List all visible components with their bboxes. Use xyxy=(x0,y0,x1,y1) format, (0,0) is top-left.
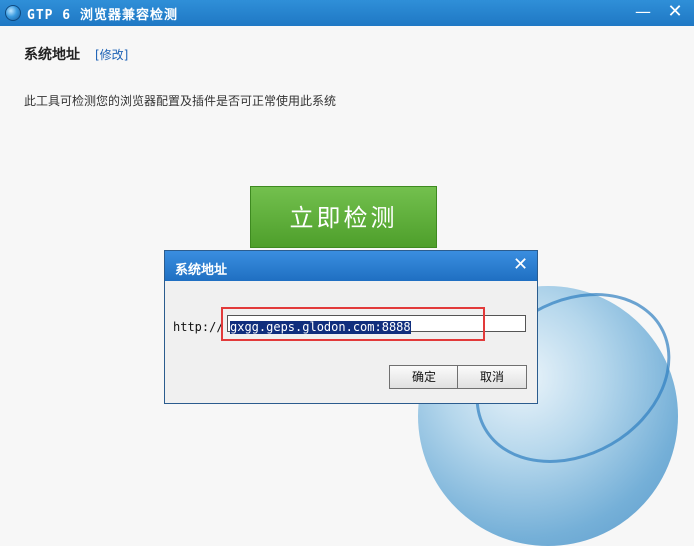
minimize-button[interactable]: — xyxy=(628,0,658,26)
close-button[interactable]: ✕ xyxy=(660,0,690,26)
highlight-box xyxy=(221,307,485,341)
globe-app-icon xyxy=(5,5,21,21)
dialog-title: 系统地址 xyxy=(175,263,228,278)
dialog-header: 系统地址 ✕ xyxy=(165,251,537,281)
cancel-button[interactable]: 取消 xyxy=(457,365,527,389)
modify-link[interactable]: [修改] xyxy=(95,46,128,63)
url-prefix: http:// xyxy=(173,320,224,334)
section-title: 系统地址 xyxy=(24,47,80,63)
description-text: 此工具可检测您的浏览器配置及插件是否可正常使用此系统 xyxy=(24,94,337,108)
ok-button[interactable]: 确定 xyxy=(389,365,459,389)
system-address-dialog: 系统地址 ✕ http:// gxgg.geps.glodon.com:8888… xyxy=(164,250,538,404)
window-title: GTP 6 浏览器兼容检测 xyxy=(27,8,178,23)
title-bar: GTP 6 浏览器兼容检测 — ✕ xyxy=(0,0,694,26)
detect-button[interactable]: 立即检测 xyxy=(250,186,437,248)
dialog-close-icon[interactable]: ✕ xyxy=(513,254,528,275)
